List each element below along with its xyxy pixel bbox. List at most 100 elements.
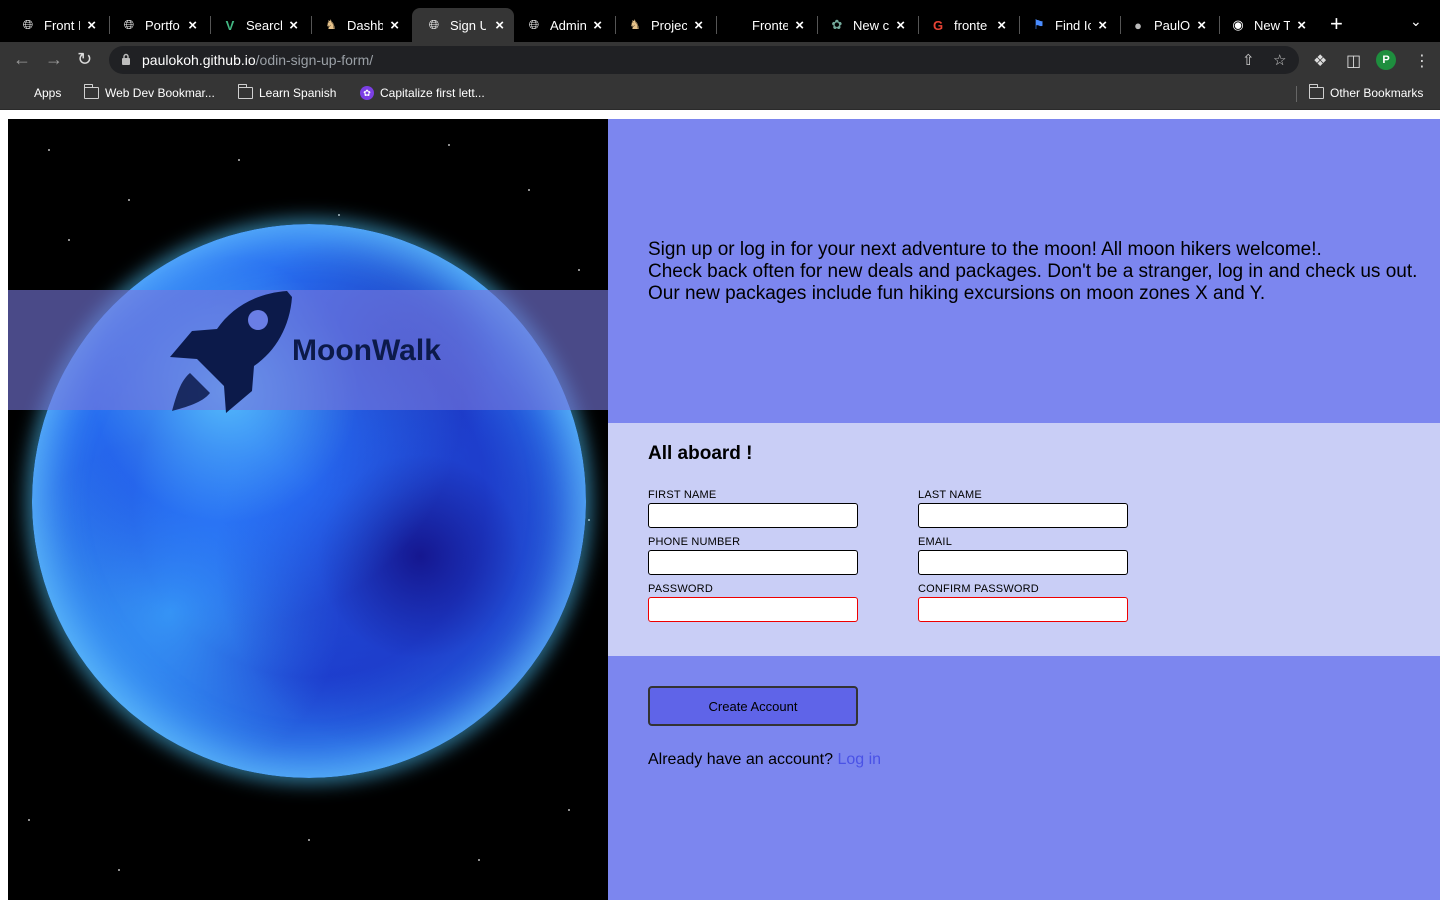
globe-icon: 🌐︎ [528, 17, 540, 32]
tab-title: PaulO [1154, 17, 1190, 33]
bookmark-label: Capitalize first lett... [380, 86, 485, 100]
first-name-label: FIRST NAME [648, 489, 717, 501]
email-field: EMAIL [918, 536, 1128, 575]
flag-icon: ⚑ [1033, 17, 1045, 32]
first-name-input[interactable] [648, 503, 858, 528]
tab-title: Front I [44, 17, 80, 33]
folder-icon [237, 84, 253, 99]
bookmark-label: Apps [34, 86, 62, 100]
confirm-password-input[interactable] [918, 597, 1128, 622]
last-name-label: LAST NAME [918, 489, 982, 501]
tab-front[interactable]: 🌐︎ Front I × [6, 8, 106, 42]
close-icon[interactable]: × [1197, 17, 1206, 34]
close-icon[interactable]: × [289, 17, 298, 34]
bookmark-learn-spanish[interactable]: Learn Spanish [237, 84, 336, 100]
globe-icon: 🌐︎ [22, 17, 34, 32]
create-account-button[interactable]: Create Account [648, 686, 858, 726]
chrome-icon: ◉ [1232, 17, 1244, 32]
address-bar[interactable]: paulokoh.github.io/odin-sign-up-form/ ⇧ … [109, 46, 1299, 74]
password-input[interactable] [648, 597, 858, 622]
tab-find-icons[interactable]: ⚑ Find Ic × [1017, 8, 1117, 42]
signup-form: All aboard ! FIRST NAME LAST NAME PHONE … [608, 423, 1440, 656]
close-icon[interactable]: × [1297, 17, 1306, 34]
lock-icon [122, 53, 130, 65]
tab-portfolio[interactable]: 🌐︎ Portfo × [107, 8, 207, 42]
extensions-puzzle-icon[interactable]: ❖ [1313, 51, 1327, 71]
tab-title: Fronte [752, 17, 788, 33]
last-name-input[interactable] [918, 503, 1128, 528]
close-icon[interactable]: × [997, 17, 1006, 34]
bookmark-apps[interactable]: Apps [14, 86, 61, 100]
bookmark-favicon-icon: ✿ [360, 86, 374, 100]
email-input[interactable] [918, 550, 1128, 575]
back-arrow-icon[interactable]: ← [13, 49, 31, 70]
phone-label: PHONE NUMBER [648, 536, 741, 548]
side-panel-icon[interactable]: ◫ [1346, 51, 1361, 71]
tab-sign-up[interactable]: 🌐︎ Sign U × [412, 8, 514, 42]
content-panel: Sign up or log in for your next adventur… [608, 119, 1440, 900]
profile-avatar[interactable]: P [1376, 50, 1396, 70]
login-link[interactable]: Log in [837, 751, 881, 768]
login-prompt-text: Already have an account? [648, 751, 834, 768]
folder-icon [83, 84, 99, 99]
brand-name: MoonWalk [292, 334, 441, 367]
share-icon[interactable]: ⇧ [1242, 51, 1255, 69]
tab-strip: 🌐︎ Front I × 🌐︎ Portfo × V Search × ♞ Da… [0, 0, 1440, 42]
tab-search-chevron-icon[interactable]: ⌄ [1410, 13, 1422, 30]
forward-arrow-icon[interactable]: → [45, 49, 63, 70]
tab-new-chat[interactable]: ✿ New c × [815, 8, 915, 42]
tab-title: New T [1254, 17, 1290, 33]
bookmark-capitalize[interactable]: ✿ Capitalize first lett... [360, 86, 485, 100]
star-icon[interactable]: ☆ [1273, 51, 1286, 69]
openai-icon: ✿ [831, 17, 843, 32]
tab-search[interactable]: V Search × [208, 8, 308, 42]
tab-github[interactable]: ● PaulO × [1116, 8, 1216, 42]
tab-title: Admin [550, 17, 586, 33]
tab-google-search[interactable]: G fronte × [916, 8, 1016, 42]
bookmark-other[interactable]: Other Bookmarks [1308, 84, 1423, 100]
close-icon[interactable]: × [593, 17, 602, 34]
intro-text: Sign up or log in for your next adventur… [648, 239, 1438, 305]
more-menu-icon[interactable]: ⋮ [1414, 51, 1430, 71]
tab-title: Search [246, 17, 282, 33]
close-icon[interactable]: × [896, 17, 905, 34]
tab-title: New c [853, 17, 889, 33]
confirm-password-label: CONFIRM PASSWORD [918, 583, 1039, 595]
phone-field: PHONE NUMBER [648, 536, 858, 575]
close-icon[interactable]: × [694, 17, 703, 34]
close-icon[interactable]: × [1098, 17, 1107, 34]
tab-title: Find Ic [1055, 17, 1091, 33]
new-tab-plus-icon[interactable]: + [1330, 11, 1343, 37]
close-icon[interactable]: × [795, 17, 804, 34]
intro-line-2: Check back often for new deals and packa… [648, 261, 1418, 282]
tab-project[interactable]: ♞ Projec × [613, 8, 713, 42]
phone-input[interactable] [648, 550, 858, 575]
confirm-password-field: CONFIRM PASSWORD [918, 583, 1128, 622]
tab-frontend[interactable]: Fronte × [714, 8, 814, 42]
close-icon[interactable]: × [87, 17, 96, 34]
globe-icon: 🌐︎ [123, 17, 135, 32]
close-icon[interactable]: × [495, 17, 504, 34]
odin-icon: ♞ [629, 17, 641, 32]
tab-dashboard[interactable]: ♞ Dashb × [309, 8, 409, 42]
last-name-field: LAST NAME [918, 489, 1128, 528]
tab-admin[interactable]: 🌐︎ Admin × [512, 8, 612, 42]
close-icon[interactable]: × [390, 17, 399, 34]
tab-title: Dashb [347, 17, 383, 33]
apps-grid-icon [14, 86, 28, 100]
url-domain: paulokoh.github.io [142, 52, 256, 68]
reload-icon[interactable]: ↻ [77, 49, 92, 70]
folder-icon [1308, 84, 1324, 99]
browser-toolbar: ← → ↻ paulokoh.github.io/odin-sign-up-fo… [0, 42, 1440, 78]
tab-new-tab[interactable]: ◉ New T × [1216, 8, 1316, 42]
tab-title: Sign U [450, 17, 486, 33]
close-icon[interactable]: × [188, 17, 197, 34]
email-label: EMAIL [918, 536, 953, 548]
tab-title: Projec [651, 17, 687, 33]
rocket-icon [170, 291, 292, 413]
bookmarks-bar: Apps Web Dev Bookmar... Learn Spanish ✿ … [0, 78, 1440, 110]
tab-title: fronte [954, 17, 988, 33]
hero-panel: MoonWalk [8, 119, 608, 900]
bookmark-web-dev[interactable]: Web Dev Bookmar... [83, 84, 215, 100]
bookmarks-divider [1296, 86, 1297, 102]
